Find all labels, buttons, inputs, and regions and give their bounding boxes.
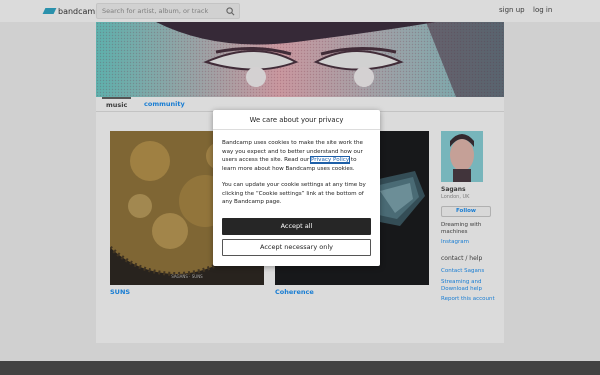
cookie-consent-modal: We care about your privacy Bandcamp uses… bbox=[213, 110, 380, 266]
accept-necessary-button[interactable]: Accept necessary only bbox=[222, 239, 371, 256]
accept-all-button[interactable]: Accept all bbox=[222, 218, 371, 235]
cookie-description: Bandcamp uses cookies to make the site w… bbox=[222, 139, 372, 173]
privacy-policy-link[interactable]: Privacy Policy bbox=[310, 156, 351, 165]
modal-title: We care about your privacy bbox=[213, 110, 380, 130]
cookie-settings-note: You can update your cookie settings at a… bbox=[222, 182, 366, 206]
